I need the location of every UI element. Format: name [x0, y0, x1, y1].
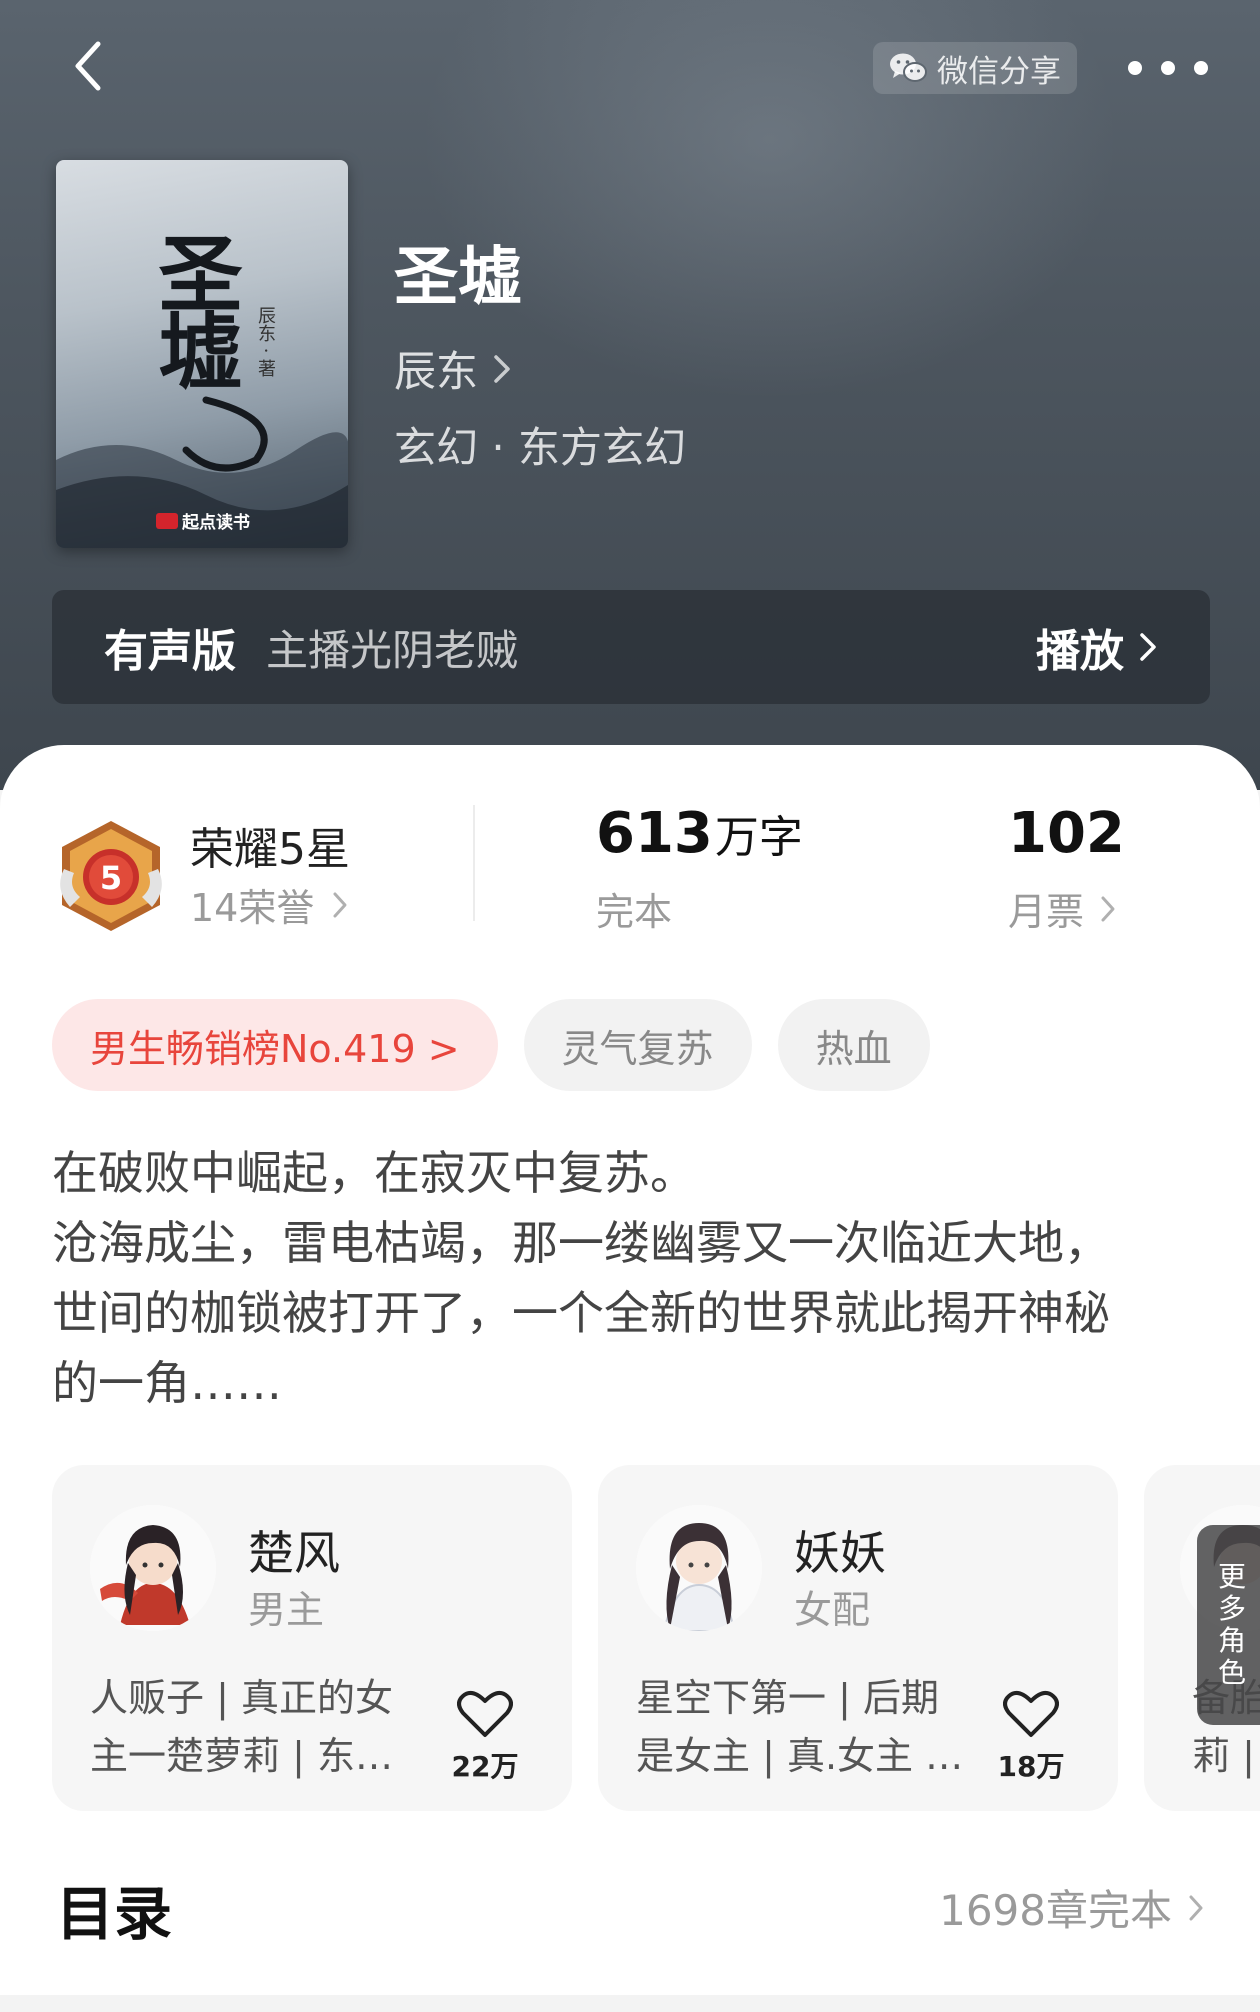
character-portrait-icon: [636, 1505, 762, 1631]
honor-badge-icon[interactable]: 5: [56, 817, 166, 935]
character-card[interactable]: 楚风 男主 人贩子 | 真正的女 主一楚萝莉 | 东… 22万: [52, 1465, 572, 1811]
character-name: 妖妖: [794, 1526, 886, 1580]
toc-title[interactable]: 目录: [56, 1867, 172, 1951]
cover-publisher: 起点读书: [156, 508, 250, 533]
back-button[interactable]: [62, 36, 122, 96]
stats-divider: [473, 805, 475, 921]
cover-title: 圣墟: [145, 230, 244, 386]
more-roles-button[interactable]: 更多角色: [1197, 1525, 1260, 1725]
tag-rexue[interactable]: 热血: [777, 999, 930, 1091]
book-cover[interactable]: 圣墟 辰东 · 著 起点读书: [56, 160, 348, 548]
character-card[interactable]: 妖妖 女配 星空下第一 | 后期 是女主 | 真.女主 |… 18万: [598, 1465, 1118, 1811]
character-portrait-icon: [90, 1505, 216, 1631]
book-synopsis[interactable]: 在破败中崛起，在寂灭中复苏。 沧海成尘，雷电枯竭，那一缕幽雾又一次临近大地， 世…: [52, 1138, 1212, 1418]
book-header: 微信分享 圣墟 辰东 · 著 起点读书 圣墟 辰东 玄幻 · 东方玄幻 有声版 …: [0, 0, 1260, 790]
book-genre: 玄幻 · 东方玄幻: [394, 423, 687, 472]
character-description: 星空下第一 | 后期 是女主 | 真.女主 |…: [636, 1676, 966, 1778]
audio-version-bar[interactable]: 有声版 主播光阴老贼 播放: [52, 590, 1210, 704]
book-title: 圣墟: [394, 241, 522, 315]
chevron-right-icon: [494, 354, 510, 383]
more-dots-icon: [1128, 61, 1142, 75]
toc-chapter-info[interactable]: 1698章完本: [939, 1877, 1204, 1938]
word-count: 613万字: [596, 801, 803, 866]
character-avatar: [636, 1505, 762, 1631]
wechat-icon: [890, 53, 927, 82]
character-role: 男主: [248, 1588, 325, 1632]
synopsis-line: 在破败中崛起，在寂灭中复苏。: [52, 1146, 696, 1200]
section-divider: [0, 1995, 1260, 2012]
character-name: 楚风: [248, 1526, 340, 1580]
monthly-ticket-link[interactable]: 月票: [1008, 881, 1116, 936]
like-button[interactable]: 22万: [448, 1689, 522, 1785]
play-label: 播放: [1036, 626, 1124, 677]
like-count: 18万: [997, 1750, 1065, 1783]
audio-label: 有声版: [104, 626, 236, 677]
character-role: 女配: [794, 1588, 871, 1632]
character-avatar: [90, 1505, 216, 1631]
heart-icon: [1003, 1690, 1059, 1737]
wechat-share-button[interactable]: 微信分享: [873, 42, 1077, 94]
tag-ranking[interactable]: 男生畅销榜No.419 >: [52, 999, 498, 1091]
chevron-right-icon: [1101, 896, 1115, 921]
tag-lingqi[interactable]: 灵气复苏: [523, 999, 752, 1091]
character-carousel[interactable]: 楚风 男主 人贩子 | 真正的女 主一楚萝莉 | 东… 22万 妖妖 女配 星空…: [52, 1465, 1260, 1815]
synopsis-line: 沧海成尘，雷电枯竭，那一缕幽雾又一次临近大地，: [52, 1216, 1110, 1270]
heart-icon: [457, 1690, 513, 1737]
honor-count-link[interactable]: 14荣誉: [190, 877, 348, 932]
monthly-ticket-count: 102: [1008, 801, 1125, 866]
share-label: 微信分享: [937, 53, 1061, 90]
book-detail-card: 5 荣耀5星 14荣誉 613万字 完本 102 月票 男生畅销榜No.419 …: [0, 745, 1260, 2012]
svg-text:5: 5: [100, 859, 122, 897]
honor-title: 荣耀5星: [190, 824, 350, 875]
play-button[interactable]: 播放: [1036, 590, 1158, 704]
publisher-logo-icon: [156, 512, 178, 529]
author-link[interactable]: 辰东: [394, 338, 512, 399]
synopsis-line: 世间的枷锁被打开了，一个全新的世界就此揭开神秘: [52, 1286, 1110, 1340]
like-count: 22万: [451, 1750, 519, 1783]
chevron-left-icon: [75, 41, 101, 91]
more-options-button[interactable]: [1128, 48, 1208, 88]
synopsis-line: 的一角……: [52, 1356, 282, 1410]
author-name: 辰东: [394, 347, 479, 396]
character-description: 人贩子 | 真正的女 主一楚萝莉 | 东…: [90, 1676, 393, 1778]
chevron-right-icon: [1189, 1895, 1203, 1920]
completion-status: 完本: [596, 890, 673, 934]
like-button[interactable]: 18万: [994, 1689, 1068, 1785]
audio-host: 主播光阴老贼: [266, 625, 519, 675]
tag-list: 男生畅销榜No.419 > 灵气复苏 热血: [52, 999, 930, 1091]
chevron-right-icon: [333, 892, 347, 917]
cover-author: 辰东 · 著: [255, 306, 276, 378]
chevron-right-icon: [1140, 633, 1156, 661]
